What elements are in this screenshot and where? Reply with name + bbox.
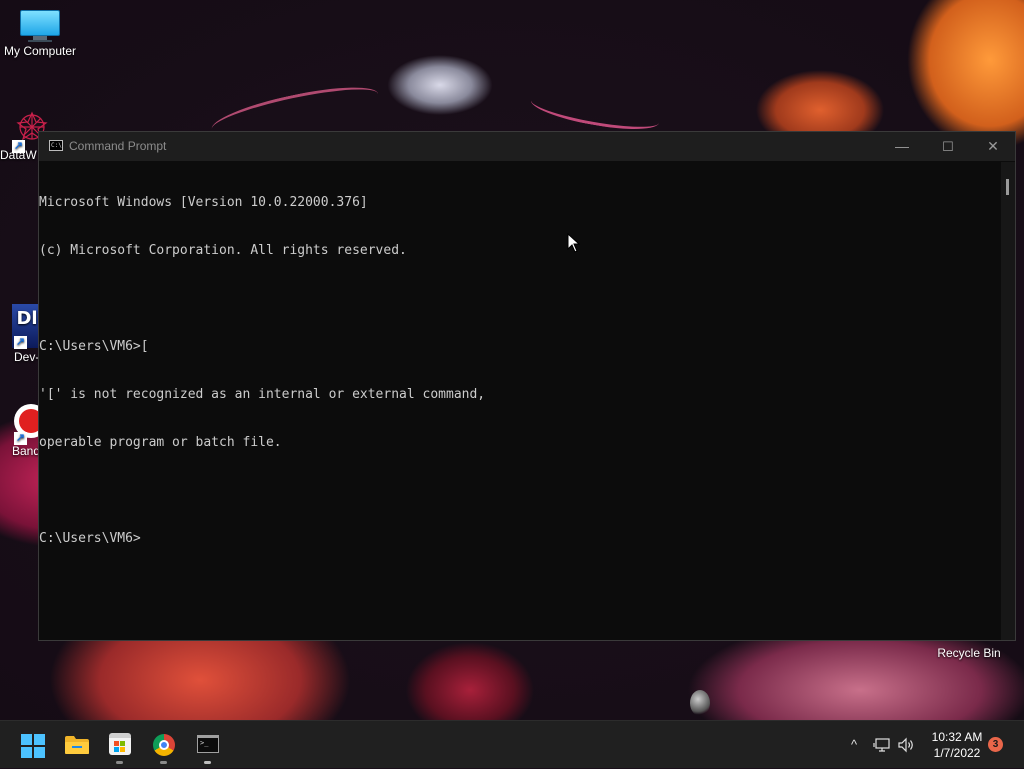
chrome-icon xyxy=(153,734,175,756)
console-prompt-line[interactable]: C:\Users\VM6> xyxy=(39,531,1005,547)
running-indicator xyxy=(204,761,211,764)
console-line: '[' is not recognized as an internal or … xyxy=(39,387,486,402)
start-button[interactable] xyxy=(12,725,52,765)
close-button[interactable]: ✕ xyxy=(970,132,1016,161)
window-titlebar[interactable]: C:\ Command Prompt — ☐ ✕ xyxy=(39,132,1015,161)
window-title: Command Prompt xyxy=(69,139,167,153)
console-scrollbar[interactable] xyxy=(1001,162,1015,640)
store-icon xyxy=(109,733,131,755)
clock-time: 10:32 AM xyxy=(931,730,983,744)
terminal-icon: >_ xyxy=(197,735,219,753)
taskbar-microsoft-store[interactable] xyxy=(100,725,140,765)
show-hidden-icons-chevron-icon[interactable]: ^ xyxy=(843,721,865,769)
console-output[interactable]: Microsoft Windows [Version 10.0.22000.37… xyxy=(39,162,1005,641)
network-icon[interactable] xyxy=(871,721,893,769)
taskbar-chrome[interactable] xyxy=(144,725,184,765)
desktop-icon-label: Recycle Bin xyxy=(937,646,1001,660)
taskbar-file-explorer[interactable] xyxy=(56,725,96,765)
cmd-icon: C:\ xyxy=(49,140,63,151)
volume-icon[interactable] xyxy=(895,721,917,769)
windows-start-icon xyxy=(21,734,45,758)
desktop-icon-recycle-bin[interactable]: Recycle Bin xyxy=(914,646,1024,660)
wallpaper-bubble xyxy=(690,690,710,716)
minimize-button[interactable]: — xyxy=(879,132,925,161)
scrollbar-thumb[interactable] xyxy=(1006,179,1009,195)
taskbar-command-prompt[interactable]: >_ xyxy=(188,725,228,765)
desktop-icon-my-computer[interactable]: My Computer xyxy=(0,10,80,58)
folder-icon xyxy=(65,736,89,754)
clock-date: 1/7/2022 xyxy=(933,746,981,760)
console-line: (c) Microsoft Corporation. All rights re… xyxy=(39,243,407,258)
taskbar-clock[interactable]: 10:32 AM 1/7/2022 xyxy=(926,729,988,761)
shortcut-arrow-icon: ↗ xyxy=(14,336,27,349)
console-line: Microsoft Windows [Version 10.0.22000.37… xyxy=(39,195,368,210)
running-indicator xyxy=(116,761,123,764)
taskbar: >_ ^ 10:32 AM 1/7/2022 3 xyxy=(0,720,1024,768)
notification-badge[interactable]: 3 xyxy=(988,737,1003,752)
console-line: C:\Users\VM6>[ xyxy=(39,339,149,354)
maximize-button[interactable]: ☐ xyxy=(925,132,971,161)
command-prompt-window[interactable]: C:\ Command Prompt — ☐ ✕ Microsoft Windo… xyxy=(38,131,1016,641)
console-line: operable program or batch file. xyxy=(39,435,282,450)
running-indicator xyxy=(160,761,167,764)
shortcut-arrow-icon: ↗ xyxy=(14,432,27,445)
shortcut-arrow-icon: ↗ xyxy=(12,140,25,153)
desktop-icon-label: My Computer xyxy=(3,44,77,58)
monitor-icon xyxy=(20,10,60,42)
wallpaper-ribbon xyxy=(528,86,662,137)
